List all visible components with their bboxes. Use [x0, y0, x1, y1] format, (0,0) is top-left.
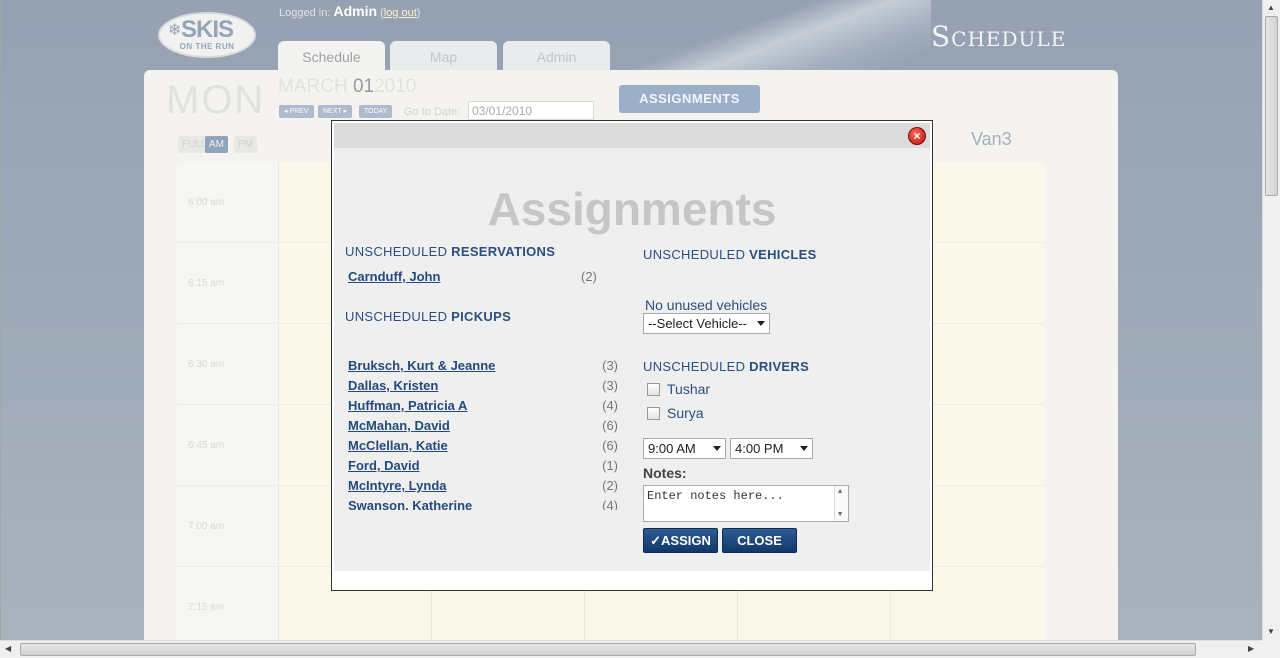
pickup-count: (1): [602, 458, 618, 473]
driver-label: Surya: [667, 405, 704, 421]
pickup-link[interactable]: Bruksch, Kurt & Jeanne: [348, 358, 495, 373]
pickup-count: (4): [602, 398, 618, 413]
end-time-value: 4:00 PM: [735, 441, 784, 456]
list-item: McClellan, Katie (6): [346, 438, 618, 458]
chevron-down-icon: [757, 321, 765, 326]
pickups-list[interactable]: Bruksch, Kurt & Jeanne (3) Dallas, Krist…: [346, 358, 618, 510]
pickup-count: (6): [602, 438, 618, 453]
notes-label: Notes:: [643, 465, 687, 481]
reservation-link[interactable]: Carnduff, John: [348, 269, 440, 284]
driver-checkbox-tushar[interactable]: [647, 383, 660, 396]
start-time-select[interactable]: 9:00 AM: [643, 438, 726, 459]
reservation-count: (2): [581, 269, 597, 284]
heading-prefix: UNSCHEDULED: [643, 247, 750, 262]
list-item: Ford, David (1): [346, 458, 618, 478]
vehicles-heading: UNSCHEDULED VEHICLES: [643, 247, 817, 262]
vehicle-select-value: --Select Vehicle--: [648, 316, 747, 331]
pickup-count: (2): [602, 478, 618, 493]
scroll-left-icon[interactable]: ◀: [5, 644, 11, 653]
heading-prefix: UNSCHEDULED: [345, 244, 452, 259]
checkmark-icon: ✓: [650, 533, 662, 548]
heading-prefix: UNSCHEDULED: [345, 309, 452, 324]
scroll-up-icon[interactable]: ▲: [1267, 3, 1275, 12]
notes-placeholder: Enter notes here...: [647, 489, 784, 503]
assign-button[interactable]: ✓ASSIGN: [643, 528, 718, 553]
dialog-titlebar: ×: [334, 123, 930, 148]
start-time-value: 9:00 AM: [648, 441, 696, 456]
horizontal-scroll-thumb[interactable]: [20, 643, 1196, 656]
heading-strong: PICKUPS: [451, 309, 512, 324]
pickups-heading: UNSCHEDULED PICKUPS: [345, 309, 511, 324]
scroll-up-icon: ▲: [838, 488, 843, 496]
pickup-link[interactable]: McMahan, David: [348, 418, 450, 433]
pickup-link[interactable]: Dallas, Kristen: [348, 378, 438, 393]
dialog-title: Assignments: [487, 183, 777, 235]
list-item: Swanson, Katherine (4): [346, 498, 618, 510]
pickup-link[interactable]: McIntyre, Lynda: [348, 478, 446, 493]
list-item: Bruksch, Kurt & Jeanne (3): [346, 358, 618, 378]
close-button[interactable]: CLOSE: [722, 528, 797, 553]
scrollbar-corner: [1262, 640, 1280, 658]
vertical-scroll-thumb[interactable]: [1265, 16, 1278, 196]
vehicle-select[interactable]: --Select Vehicle--: [643, 313, 770, 334]
no-vehicles-message: No unused vehicles: [645, 297, 768, 313]
driver-checkbox-surya[interactable]: [647, 407, 660, 420]
scroll-down-icon: ▼: [838, 511, 843, 519]
horizontal-scrollbar[interactable]: ◀ ▶: [0, 640, 1262, 658]
end-time-select[interactable]: 4:00 PM: [730, 438, 813, 459]
notes-scrollbar[interactable]: ▲ ▼: [834, 486, 848, 521]
pickup-count: (3): [602, 378, 618, 393]
pickup-count: (4): [602, 498, 618, 510]
list-item: Huffman, Patricia A (4): [346, 398, 618, 418]
vertical-scrollbar[interactable]: ▲ ▼: [1262, 0, 1280, 640]
list-item: McMahan, David (6): [346, 418, 618, 438]
list-item: McIntyre, Lynda (2): [346, 478, 618, 498]
assignments-dialog: × Assignments UNSCHEDULED RESERVATIONS C…: [331, 120, 933, 591]
pickup-link[interactable]: Swanson, Katherine: [348, 498, 472, 510]
heading-strong: VEHICLES: [749, 247, 817, 262]
pickup-count: (3): [602, 358, 618, 373]
close-icon[interactable]: ×: [908, 127, 926, 145]
chevron-down-icon: [800, 446, 808, 451]
drivers-heading: UNSCHEDULED DRIVERS: [643, 359, 809, 374]
scroll-down-icon[interactable]: ▼: [1267, 627, 1275, 636]
pickup-count: (6): [602, 418, 618, 433]
heading-strong: RESERVATIONS: [451, 244, 556, 259]
pickup-link[interactable]: Huffman, Patricia A: [348, 398, 467, 413]
notes-textarea[interactable]: Enter notes here... ▲ ▼: [643, 485, 849, 522]
pickup-link[interactable]: Ford, David: [348, 458, 420, 473]
list-item: Dallas, Kristen (3): [346, 378, 618, 398]
heading-prefix: UNSCHEDULED: [643, 359, 750, 374]
scroll-right-icon[interactable]: ▶: [1248, 644, 1254, 653]
heading-strong: DRIVERS: [749, 359, 810, 374]
assign-label: ASSIGN: [661, 533, 711, 548]
chevron-down-icon: [713, 446, 721, 451]
browser-viewport: ❄ SKIS ON THE RUN Logged in: Admin (log …: [0, 0, 1262, 640]
driver-label: Tushar: [667, 381, 711, 397]
dialog-body: Assignments UNSCHEDULED RESERVATIONS Car…: [334, 148, 930, 571]
reservations-heading: UNSCHEDULED RESERVATIONS: [345, 244, 555, 259]
pickup-link[interactable]: McClellan, Katie: [348, 438, 448, 453]
